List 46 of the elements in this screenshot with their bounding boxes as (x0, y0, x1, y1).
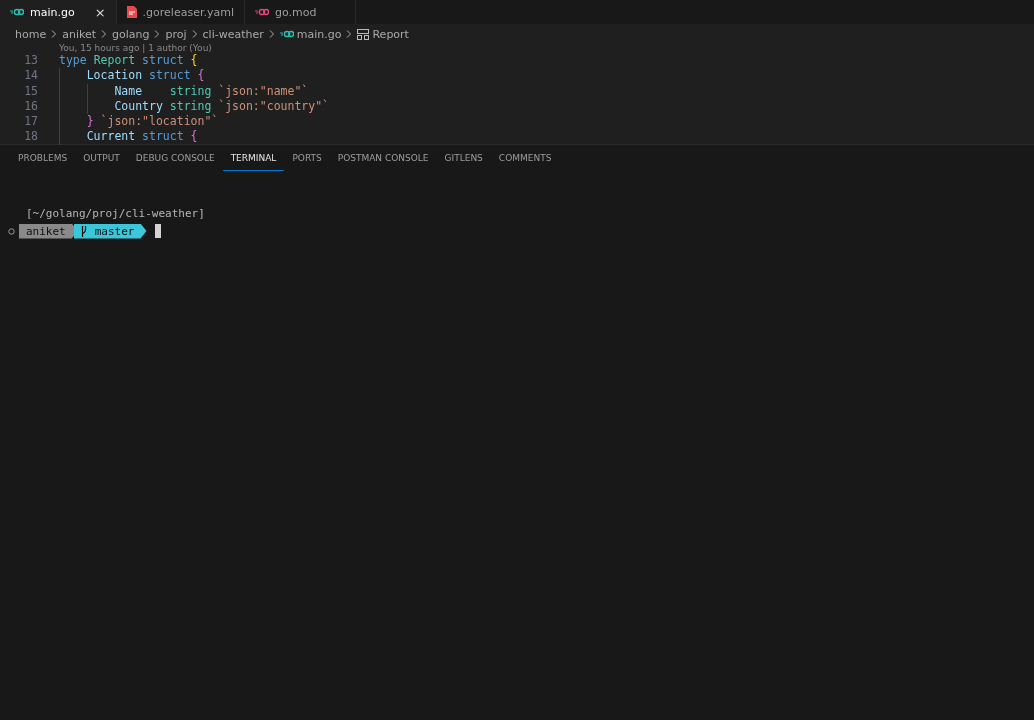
breadcrumb-item[interactable]: main.go (279, 27, 342, 41)
codelens-annotation[interactable]: You, 15 hours ago | 1 author (You) (0, 44, 1034, 53)
panel-tab[interactable]: PROBLEMS (10, 145, 76, 171)
code-line: Name string `json:"name"` (113, 83, 309, 98)
line-number: 14 (23, 68, 39, 84)
chevron-icon (100, 30, 108, 38)
breadcrumb-item[interactable]: Report (357, 27, 409, 41)
go-mod-file-icon (254, 8, 269, 16)
line-number: 17 (23, 114, 39, 130)
code-line: type Report struct { (59, 53, 198, 67)
code-line: Country string `json:"country"` (113, 98, 330, 113)
go-file-icon (279, 30, 294, 38)
panel-tab[interactable]: OUTPUT (75, 145, 128, 171)
editor-tab[interactable]: main.go × (0, 0, 117, 24)
circle-icon (8, 227, 15, 235)
panel-tab[interactable]: PORTS (284, 145, 330, 171)
chevron-icon (267, 30, 276, 38)
close-icon[interactable]: × (94, 4, 106, 20)
line-number: 16 (23, 98, 39, 115)
go-file-icon (10, 8, 24, 16)
breadcrumb-item[interactable]: proj (165, 27, 187, 41)
branch-icon (80, 225, 87, 237)
prompt-branch-segment: master (73, 223, 147, 239)
struct-icon (357, 28, 370, 40)
code-line: } `json:"location"` (85, 114, 219, 129)
chevron-icon (190, 30, 199, 38)
line-number: 18 (23, 129, 39, 145)
panel-tab[interactable]: COMMENTS (490, 145, 560, 171)
terminal-cursor (154, 224, 161, 238)
breadcrumb-item[interactable]: golang (112, 27, 150, 41)
panel-tab[interactable]: POSTMAN CONSOLE (329, 145, 437, 171)
breadcrumb-item[interactable]: home (15, 27, 47, 41)
panel-tab[interactable]: GITLENS (436, 145, 491, 171)
terminal-path: [~/golang/proj/cli-weather] (25, 207, 206, 222)
panel-tab[interactable]: DEBUG CONSOLE (127, 145, 223, 171)
panel-tab[interactable]: TERMINAL (222, 145, 285, 171)
line-number: 15 (23, 83, 39, 99)
code-line: Current struct { (85, 129, 198, 144)
file-icon (126, 6, 137, 18)
chevron-icon (153, 30, 162, 38)
breadcrumb-item[interactable]: aniket (62, 27, 96, 41)
chevron-icon (345, 30, 354, 38)
line-number: 13 (23, 53, 39, 69)
chevron-icon (50, 30, 59, 38)
breadcrumb-item[interactable]: cli-weather (202, 27, 264, 41)
code-line: Location struct { (85, 68, 205, 83)
